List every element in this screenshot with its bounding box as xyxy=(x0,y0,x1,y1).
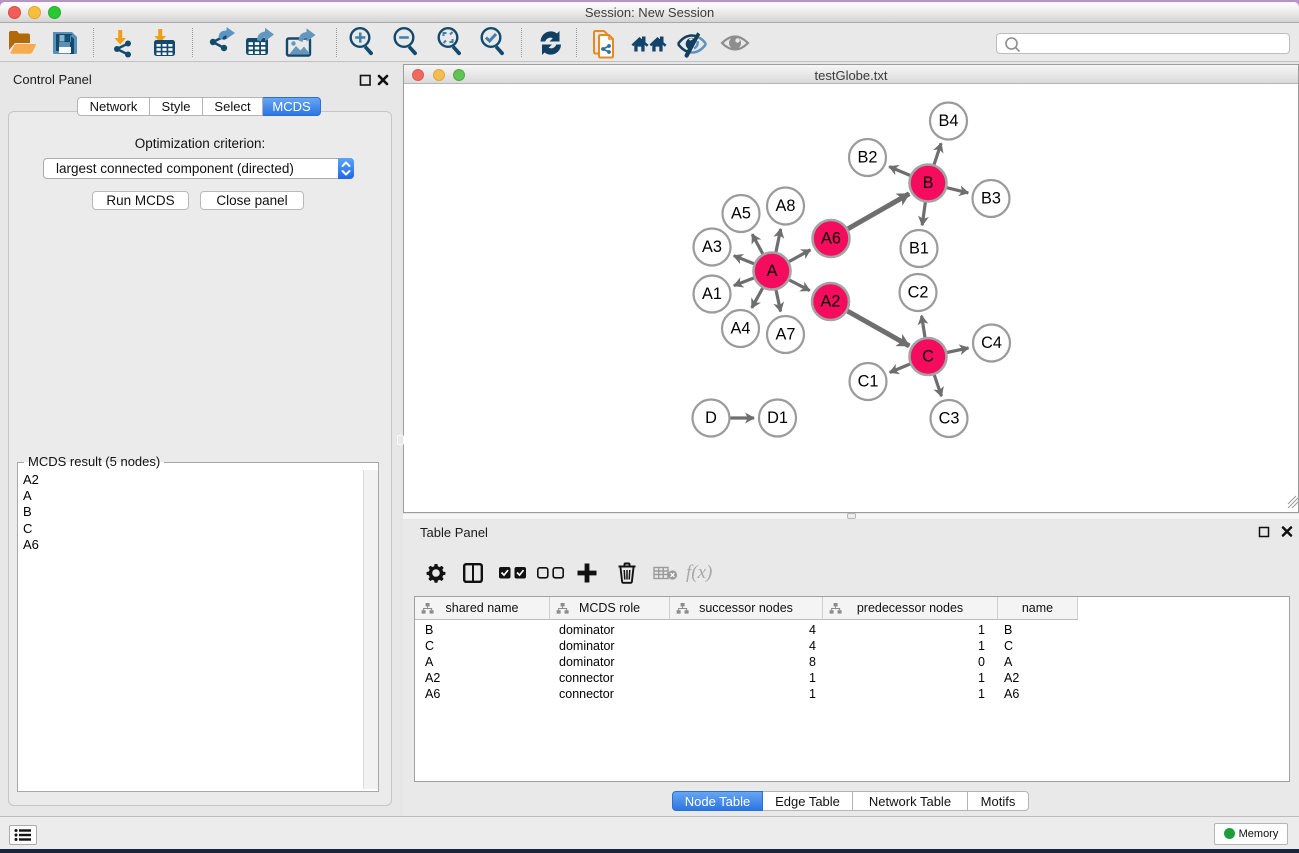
svg-text:B: B xyxy=(923,174,934,192)
svg-text:B4: B4 xyxy=(939,112,959,130)
svg-text:C4: C4 xyxy=(981,334,1002,352)
svg-text:A8: A8 xyxy=(776,197,796,215)
svg-text:A1: A1 xyxy=(702,285,722,303)
svg-text:A3: A3 xyxy=(702,238,722,256)
svg-text:A6: A6 xyxy=(821,230,841,248)
svg-text:A4: A4 xyxy=(731,320,751,338)
svg-text:A7: A7 xyxy=(776,326,796,344)
svg-text:A2: A2 xyxy=(821,293,841,311)
svg-text:B3: B3 xyxy=(981,190,1001,208)
svg-text:B2: B2 xyxy=(858,149,878,167)
svg-text:A5: A5 xyxy=(731,205,751,223)
svg-text:A: A xyxy=(767,262,778,280)
svg-text:C1: C1 xyxy=(858,373,879,391)
svg-text:D1: D1 xyxy=(767,409,788,427)
svg-text:C2: C2 xyxy=(908,284,929,302)
svg-text:C: C xyxy=(922,348,934,366)
svg-text:B1: B1 xyxy=(909,240,929,258)
svg-text:D: D xyxy=(705,409,717,427)
svg-text:C3: C3 xyxy=(939,410,960,428)
